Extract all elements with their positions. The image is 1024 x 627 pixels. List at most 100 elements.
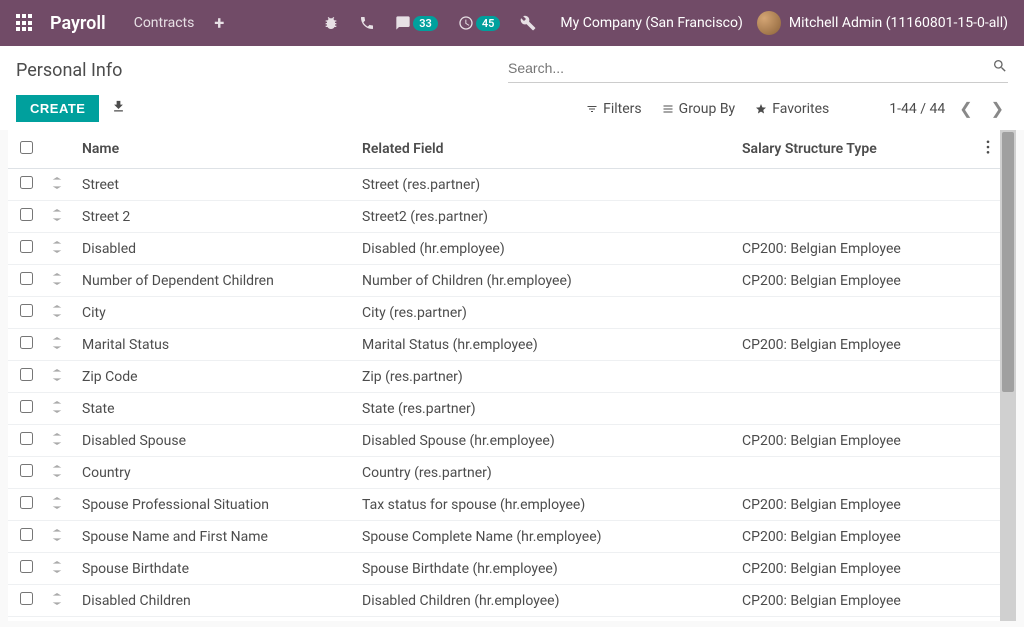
drag-handle-icon[interactable] — [52, 593, 62, 609]
row-checkbox[interactable] — [20, 592, 33, 605]
drag-handle-icon[interactable] — [52, 241, 62, 257]
search-input[interactable] — [508, 60, 992, 76]
cell-structure — [734, 297, 976, 329]
drag-handle-icon[interactable] — [52, 177, 62, 193]
col-name[interactable]: Name — [74, 130, 354, 169]
cell-related: Disabled (hr.employee) — [354, 233, 734, 265]
apps-icon[interactable] — [16, 14, 34, 32]
cell-name: Disabled Children — [74, 585, 354, 617]
cell-structure — [734, 457, 976, 489]
cell-structure: CP200: Belgian Employee — [734, 329, 976, 361]
table-row[interactable]: DisabledDisabled (hr.employee)CP200: Bel… — [8, 233, 1000, 265]
search-box[interactable] — [508, 58, 1008, 83]
favorites-button[interactable]: Favorites — [755, 101, 829, 117]
table-row[interactable]: StreetStreet (res.partner) — [8, 169, 1000, 201]
row-checkbox[interactable] — [20, 240, 33, 253]
cell-name: Street 2 — [74, 201, 354, 233]
create-button[interactable]: CREATE — [16, 95, 99, 122]
drag-handle-icon[interactable] — [52, 433, 62, 449]
cell-related: Number of disabled children (hr.employee… — [354, 617, 734, 622]
search-icon[interactable] — [992, 58, 1008, 78]
drag-handle-icon[interactable] — [52, 273, 62, 289]
drag-handle-icon[interactable] — [52, 497, 62, 513]
drag-handle-icon[interactable] — [52, 369, 62, 385]
cell-name: Zip Code — [74, 361, 354, 393]
cell-structure: CP200: Belgian Employee — [734, 521, 976, 553]
row-checkbox[interactable] — [20, 400, 33, 413]
user-name: Mitchell Admin (11160801-15-0-all) — [789, 15, 1008, 31]
drag-handle-icon[interactable] — [52, 401, 62, 417]
cell-related: Country (res.partner) — [354, 457, 734, 489]
row-checkbox[interactable] — [20, 368, 33, 381]
cell-structure — [734, 169, 976, 201]
col-structure[interactable]: Salary Structure Type — [734, 130, 976, 169]
phone-icon[interactable] — [359, 15, 375, 31]
cell-structure — [734, 393, 976, 425]
table-row[interactable]: Number of Disabled ChildrenNumber of dis… — [8, 617, 1000, 622]
activities-icon[interactable]: 45 — [458, 15, 501, 31]
cell-structure: CP200: Belgian Employee — [734, 233, 976, 265]
cell-name: Disabled Spouse — [74, 425, 354, 457]
table-row[interactable]: CityCity (res.partner) — [8, 297, 1000, 329]
optional-fields-icon[interactable] — [976, 130, 1000, 169]
filters-button[interactable]: Filters — [586, 101, 642, 117]
scrollbar-thumb[interactable] — [1002, 132, 1014, 392]
pager-next[interactable]: ❯ — [987, 95, 1008, 122]
debug-icon[interactable] — [323, 15, 339, 31]
cell-related: Number of Children (hr.employee) — [354, 265, 734, 297]
table-row[interactable]: Marital StatusMarital Status (hr.employe… — [8, 329, 1000, 361]
user-menu[interactable]: Mitchell Admin (11160801-15-0-all) — [757, 11, 1008, 35]
drag-handle-icon[interactable] — [52, 561, 62, 577]
cell-structure: CP200: Belgian Employee — [734, 489, 976, 521]
table-row[interactable]: CountryCountry (res.partner) — [8, 457, 1000, 489]
table-row[interactable]: Number of Dependent ChildrenNumber of Ch… — [8, 265, 1000, 297]
drag-handle-icon[interactable] — [52, 209, 62, 225]
cell-name: City — [74, 297, 354, 329]
cell-related: Spouse Complete Name (hr.employee) — [354, 521, 734, 553]
row-checkbox[interactable] — [20, 496, 33, 509]
table-row[interactable]: Zip CodeZip (res.partner) — [8, 361, 1000, 393]
groupby-button[interactable]: Group By — [662, 101, 736, 117]
row-checkbox[interactable] — [20, 528, 33, 541]
table-row[interactable]: Street 2Street2 (res.partner) — [8, 201, 1000, 233]
messages-icon[interactable]: 33 — [395, 15, 438, 31]
nav-contracts[interactable]: Contracts — [134, 15, 195, 31]
row-checkbox[interactable] — [20, 304, 33, 317]
cell-structure: CP200: Belgian Employee — [734, 265, 976, 297]
drag-handle-icon[interactable] — [52, 305, 62, 321]
table-row[interactable]: Disabled SpouseDisabled Spouse (hr.emplo… — [8, 425, 1000, 457]
row-checkbox[interactable] — [20, 272, 33, 285]
row-checkbox[interactable] — [20, 336, 33, 349]
table-row[interactable]: Spouse Name and First NameSpouse Complet… — [8, 521, 1000, 553]
company-selector[interactable]: My Company (San Francisco) — [560, 15, 742, 31]
drag-handle-icon[interactable] — [52, 529, 62, 545]
table-row[interactable]: StateState (res.partner) — [8, 393, 1000, 425]
cell-related: Street2 (res.partner) — [354, 201, 734, 233]
row-checkbox[interactable] — [20, 432, 33, 445]
table-row[interactable]: Spouse Professional SituationTax status … — [8, 489, 1000, 521]
table-row[interactable]: Disabled ChildrenDisabled Children (hr.e… — [8, 585, 1000, 617]
tools-icon[interactable] — [520, 15, 536, 31]
list-table: Name Related Field Salary Structure Type… — [8, 130, 1000, 621]
col-related[interactable]: Related Field — [354, 130, 734, 169]
row-checkbox[interactable] — [20, 208, 33, 221]
table-wrap: Name Related Field Salary Structure Type… — [8, 130, 1016, 621]
row-checkbox[interactable] — [20, 176, 33, 189]
row-checkbox[interactable] — [20, 560, 33, 573]
nav-plus-icon[interactable]: + — [214, 13, 224, 34]
select-all-checkbox[interactable] — [20, 141, 33, 154]
app-title: Payroll — [50, 13, 106, 34]
table-row[interactable]: Spouse BirthdateSpouse Birthdate (hr.emp… — [8, 553, 1000, 585]
cell-name: Number of Disabled Children — [74, 617, 354, 622]
scrollbar-track[interactable] — [1000, 130, 1016, 621]
control-panel: Personal Info CREATE Filters Group By — [0, 46, 1024, 130]
row-checkbox[interactable] — [20, 464, 33, 477]
favorites-label: Favorites — [772, 101, 829, 117]
groupby-label: Group By — [679, 101, 736, 117]
drag-handle-icon[interactable] — [52, 337, 62, 353]
drag-handle-icon[interactable] — [52, 465, 62, 481]
pager-text: 1-44 / 44 — [889, 101, 945, 117]
import-button[interactable] — [111, 99, 126, 118]
cell-name: Street — [74, 169, 354, 201]
pager-prev[interactable]: ❮ — [955, 95, 976, 122]
